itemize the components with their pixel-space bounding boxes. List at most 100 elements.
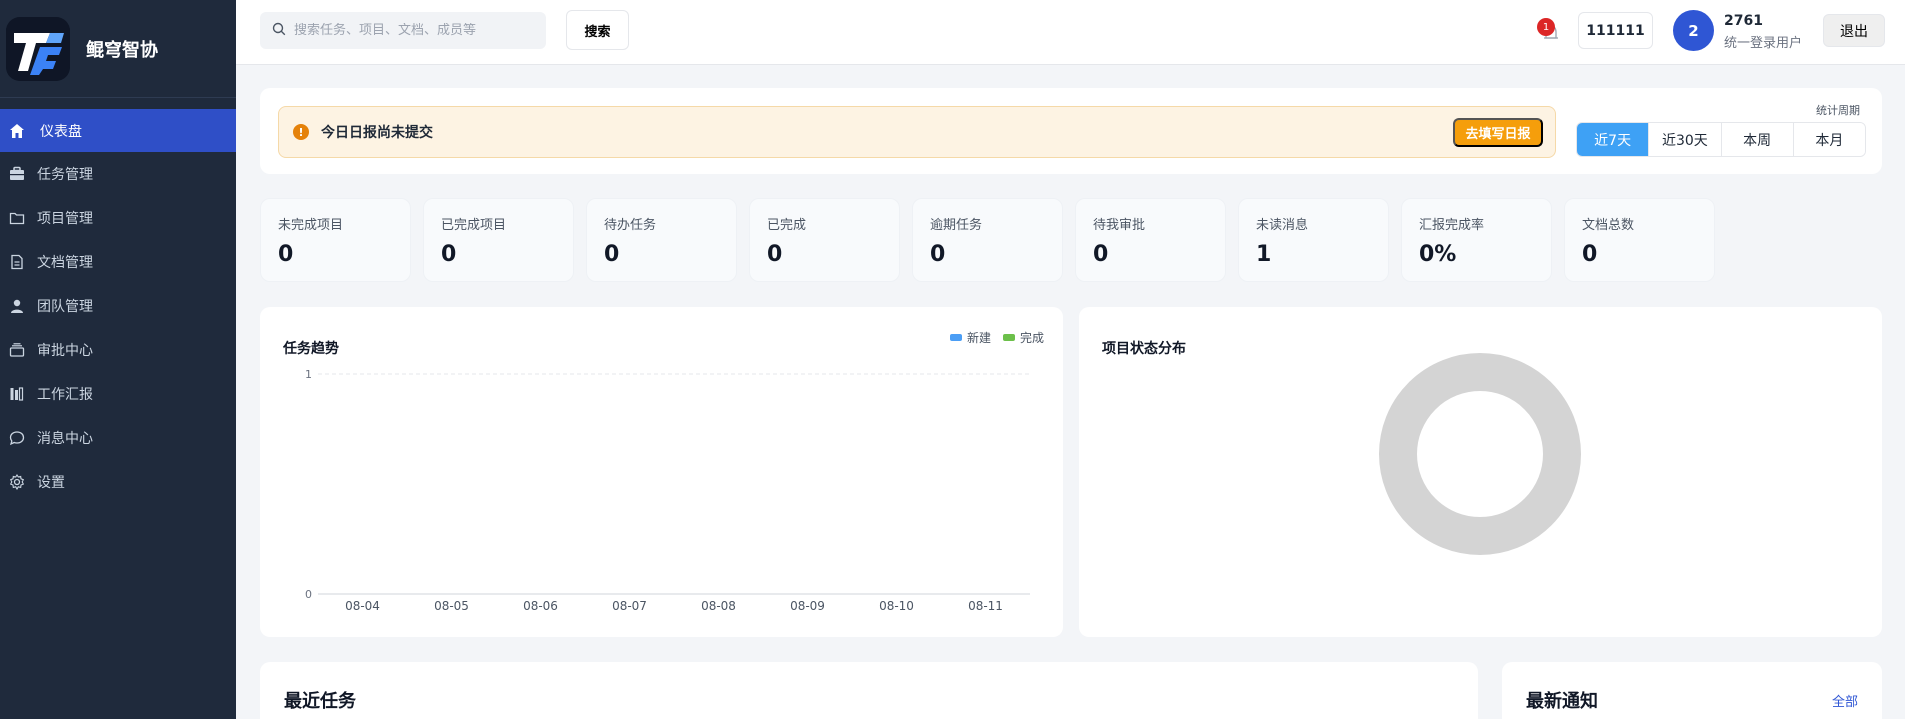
sidebar-item-label: 文档管理 <box>37 255 93 271</box>
sidebar-item-label: 团队管理 <box>37 299 93 315</box>
stats-row: 未完成项目 0 已完成项目 0 待办任务 0 已完成 0 逾期任务 0 待我审批 0 未读消… <box>260 198 1715 282</box>
x-tick-label: 08-10 <box>879 599 914 613</box>
stat-card[interactable]: 待我审批 0 <box>1075 198 1226 282</box>
alert-message: 今日日报尚未提交 <box>321 125 433 141</box>
period-option-7d[interactable]: 近7天 <box>1577 123 1650 156</box>
stat-label: 已完成项目 <box>441 218 507 233</box>
task-trend-card: 任务趋势 新建 完成 0 1 08-04 08-05 08-06 08-07 08-08 08… <box>260 307 1063 637</box>
stat-card[interactable]: 文档总数 0 <box>1564 198 1715 282</box>
x-tick-label: 08-07 <box>612 599 647 613</box>
project-status-card: 项目状态分布 <box>1079 307 1882 637</box>
stat-label: 逾期任务 <box>930 218 983 233</box>
stack-icon <box>8 341 26 359</box>
sidebar-item-documents[interactable]: 文档管理 <box>0 240 236 284</box>
avatar[interactable]: 2 <box>1673 10 1714 51</box>
stat-value: 0 <box>441 242 457 267</box>
y-tick-label: 1 <box>305 368 312 381</box>
period-option-30d[interactable]: 近30天 <box>1649 123 1722 156</box>
stat-value: 0 <box>604 242 620 267</box>
stat-card[interactable]: 已完成项目 0 <box>423 198 574 282</box>
sidebar-item-settings[interactable]: 设置 <box>0 460 236 504</box>
x-tick-label: 08-06 <box>523 599 558 613</box>
recent-tasks-title: 最近任务 <box>284 691 356 712</box>
notices-all-link[interactable]: 全部 <box>1832 691 1858 710</box>
search-box <box>260 12 546 49</box>
folder-icon <box>8 209 26 227</box>
stat-value: 0 <box>930 242 946 267</box>
latest-notices-card: 最新通知 全部 <box>1502 662 1882 719</box>
sidebar-item-label: 任务管理 <box>37 167 93 183</box>
home-icon <box>8 122 26 140</box>
gear-icon <box>8 473 26 491</box>
stat-card[interactable]: 未完成项目 0 <box>260 198 411 282</box>
sidebar-item-label: 工作汇报 <box>37 387 93 403</box>
sidebar: 鲲穹智协 仪表盘 任务管理 项目管理 文档管理 团队管理 审批中心 工作汇报 消… <box>0 0 236 719</box>
stat-label: 已完成 <box>767 218 807 233</box>
sidebar-nav: 仪表盘 任务管理 项目管理 文档管理 团队管理 审批中心 工作汇报 消息中心 设… <box>0 109 236 504</box>
code-box[interactable]: 111111 <box>1578 12 1653 49</box>
fill-daily-report-button[interactable]: 去填写日报 <box>1453 118 1543 147</box>
sidebar-item-label: 审批中心 <box>37 343 93 359</box>
sidebar-item-label: 消息中心 <box>37 431 93 447</box>
stat-card[interactable]: 未读消息 1 <box>1238 198 1389 282</box>
sidebar-item-label: 项目管理 <box>37 211 93 227</box>
period-option-month[interactable]: 本月 <box>1793 123 1865 156</box>
warning-icon: ! <box>293 124 309 140</box>
period-selector: 近7天 近30天 本周 本月 <box>1576 122 1866 157</box>
user-name: 2761 <box>1724 13 1763 29</box>
task-trend-chart: 0 1 08-04 08-05 08-06 08-07 08-08 08-09 08-10 08-… <box>305 368 1030 613</box>
stat-label: 汇报完成率 <box>1419 218 1485 233</box>
user-icon <box>8 297 26 315</box>
sidebar-item-dashboard[interactable]: 仪表盘 <box>0 109 236 152</box>
stat-label: 未完成项目 <box>278 218 344 233</box>
briefcase-icon <box>8 165 26 183</box>
sidebar-item-reports[interactable]: 工作汇报 <box>0 372 236 416</box>
stat-label: 未读消息 <box>1256 218 1309 233</box>
report-icon <box>8 385 26 403</box>
stat-card[interactable]: 汇报完成率 0% <box>1401 198 1552 282</box>
period-label: 统计周期 <box>1816 104 1860 117</box>
alert-card: ! 今日日报尚未提交 去填写日报 统计周期 近7天 近30天 本周 本月 <box>260 88 1882 174</box>
stat-value: 0 <box>1582 242 1598 267</box>
stat-card[interactable]: 逾期任务 0 <box>912 198 1063 282</box>
period-option-week[interactable]: 本周 <box>1721 123 1794 156</box>
x-tick-label: 08-09 <box>790 599 825 613</box>
donut-empty-ring <box>1379 353 1581 555</box>
project-status-chart <box>1379 353 1581 555</box>
x-tick-label: 08-11 <box>968 599 1003 613</box>
recent-tasks-card: 最近任务 <box>260 662 1478 719</box>
stat-label: 待我审批 <box>1093 218 1146 233</box>
notification-badge: 1 <box>1537 18 1555 36</box>
x-tick-label: 08-08 <box>701 599 736 613</box>
sidebar-item-projects[interactable]: 项目管理 <box>0 196 236 240</box>
stat-value: 0 <box>1093 242 1109 267</box>
sidebar-item-approvals[interactable]: 审批中心 <box>0 328 236 372</box>
y-tick-label: 0 <box>305 588 312 601</box>
x-tick-label: 08-05 <box>434 599 469 613</box>
stat-label: 文档总数 <box>1582 218 1635 233</box>
x-tick-label: 08-04 <box>345 599 380 613</box>
sidebar-item-label: 设置 <box>37 475 65 491</box>
stat-card[interactable]: 已完成 0 <box>749 198 900 282</box>
logout-button[interactable]: 退出 <box>1823 14 1885 47</box>
sidebar-item-label: 仪表盘 <box>40 123 82 140</box>
stat-value: 0% <box>1419 242 1457 267</box>
search-input[interactable] <box>294 23 534 38</box>
search-button[interactable]: 搜索 <box>566 10 629 50</box>
search-icon <box>272 21 286 40</box>
brand: 鲲穹智协 <box>0 0 236 98</box>
stat-card[interactable]: 待办任务 0 <box>586 198 737 282</box>
stat-label: 待办任务 <box>604 218 657 233</box>
app-logo[interactable] <box>6 16 70 81</box>
document-icon <box>8 253 26 271</box>
sidebar-item-tasks[interactable]: 任务管理 <box>0 152 236 196</box>
chat-icon <box>8 429 26 447</box>
stat-value: 0 <box>767 242 783 267</box>
sidebar-item-team[interactable]: 团队管理 <box>0 284 236 328</box>
stat-value: 1 <box>1256 242 1272 267</box>
sidebar-item-messages[interactable]: 消息中心 <box>0 416 236 460</box>
app-name: 鲲穹智协 <box>86 39 158 61</box>
stat-value: 0 <box>278 242 294 267</box>
latest-notices-title: 最新通知 <box>1526 691 1598 712</box>
daily-report-alert: ! 今日日报尚未提交 去填写日报 <box>278 106 1556 158</box>
